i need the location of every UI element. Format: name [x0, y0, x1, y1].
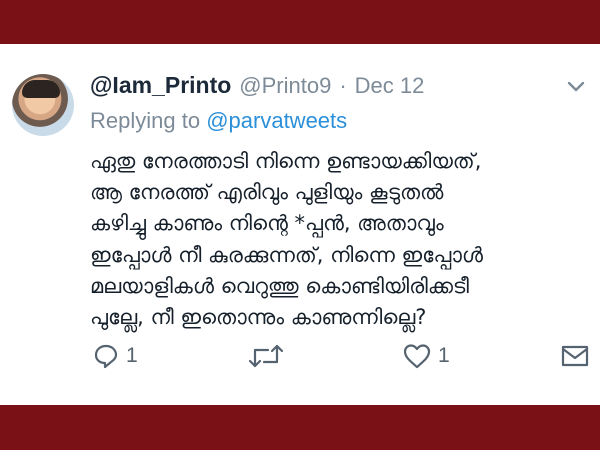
tweet-header: @Iam_Printo @Printo9 · Dec 12 [90, 72, 424, 102]
tweet-text-line: ഇപ്പോൾ നീ കുരക്കുന്നത്, നിന്നെ ഇപ്പോൾ [90, 242, 483, 267]
retweet-button[interactable] [248, 338, 284, 374]
tweet-text-line: ഏതു നേരത്താടി നിന്നെ ഉണ്ടായക്കിയത്, [90, 149, 482, 173]
replying-to-line: Replying to @parvatweets [90, 108, 347, 134]
heart-icon [403, 344, 431, 369]
replying-to-handle[interactable]: @parvatweets [206, 108, 347, 133]
chevron-down-icon[interactable] [566, 79, 586, 95]
header-separator: · [339, 73, 347, 98]
envelope-icon [561, 345, 589, 367]
reply-icon [94, 344, 118, 369]
tweet-text-line: കഴിച്ചു കാണും നിന്റെ *പ്പൻ, അതാവും [90, 211, 444, 236]
tweet-date[interactable]: Dec 12 [355, 73, 425, 99]
tweet-text-line: പുല്ലേ, നീ ഇതൊന്നും കാണുന്നില്ലെ? [90, 305, 427, 330]
like-count: 1 [438, 344, 450, 367]
like-button[interactable]: 1 [402, 338, 450, 374]
tweet-text-line: മലയാളികൾ വെറുത്തു കൊണ്ടിയിരിക്കടീ [90, 273, 469, 298]
direct-message-button[interactable] [560, 338, 590, 374]
tweet-text-line: ആ നേരത്ത് എരിവും പുളിയും കൂടുതൽ [90, 180, 444, 205]
replying-to-prefix: Replying to [90, 108, 201, 133]
bottom-frame-band [0, 405, 600, 450]
reply-button[interactable]: 1 [92, 338, 138, 374]
retweet-icon [248, 344, 284, 368]
display-name[interactable]: @Iam_Printo [90, 72, 231, 99]
tweet-text: ഏതു നേരത്താടി നിന്നെ ഉണ്ടായക്കിയത്, ആ നേ… [90, 146, 590, 333]
top-frame-band [0, 0, 600, 44]
reply-count: 1 [126, 344, 138, 367]
tweet-actions: 1 1 [0, 338, 600, 378]
avatar[interactable] [12, 74, 74, 136]
user-handle[interactable]: @Printo9 [239, 73, 331, 99]
